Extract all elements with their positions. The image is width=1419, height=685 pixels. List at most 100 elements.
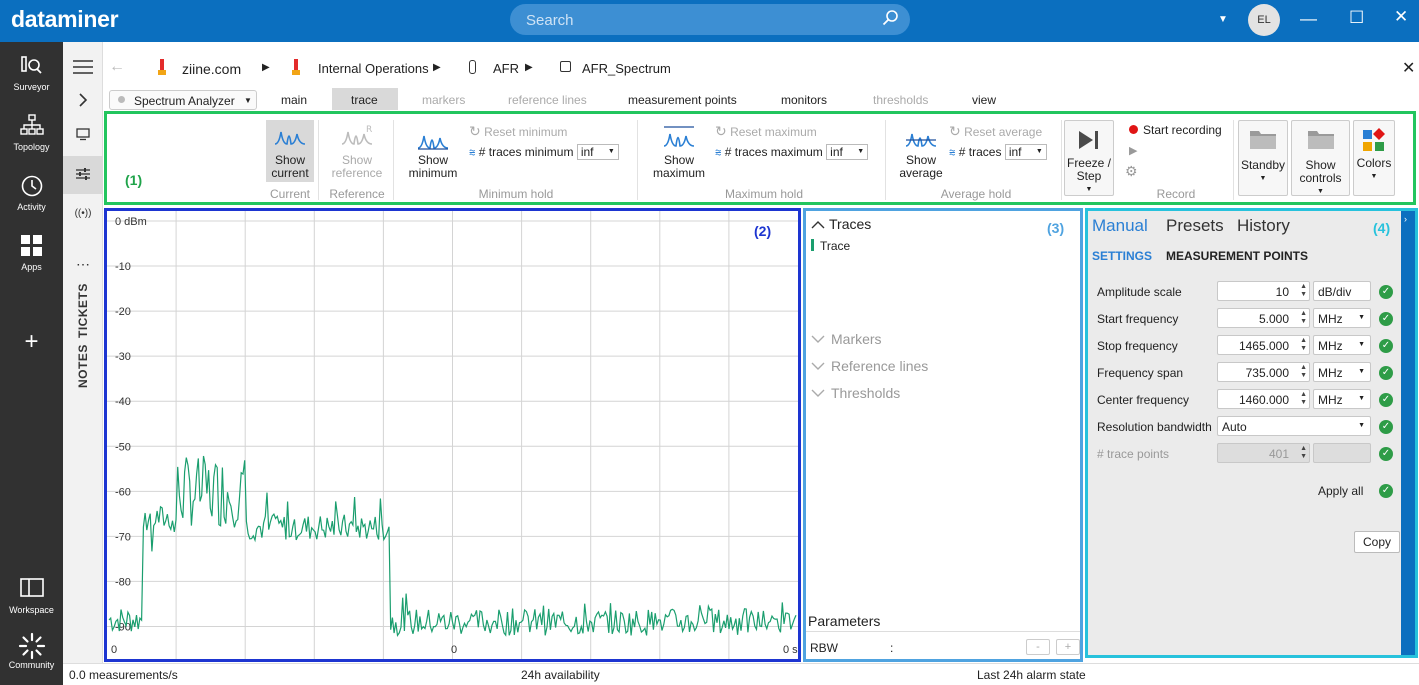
tab-manual[interactable]: Manual [1092,216,1148,236]
rbw-decrease-button[interactable]: - [1026,639,1050,655]
setting-unit[interactable]: MHz ▼ [1313,308,1371,328]
setting-unit[interactable]: MHz ▼ [1313,389,1371,409]
setting-value-input[interactable]: 1465.000 ▲ ▼ [1217,335,1310,355]
rbw-increase-button[interactable]: + [1056,639,1080,655]
tab-presets[interactable]: Presets [1166,216,1224,236]
tab-main[interactable]: main [281,93,307,107]
tab-reference-lines[interactable]: reference lines [508,93,587,107]
show-current-button[interactable]: Show current [266,120,314,182]
setting-value-input[interactable]: 735.000 ▲ ▼ [1217,362,1310,382]
user-menu-chevron-icon[interactable]: ▼ [1218,14,1228,25]
apply-all-check-icon[interactable]: ✓ [1379,484,1393,498]
setting-value-input[interactable]: 1460.000 ▲ ▼ [1217,389,1310,409]
traces-average-dropdown[interactable]: inf ▼ [1004,144,1047,160]
settings-panel: Manual Presets History (4) › SETTINGS ME… [1085,208,1418,658]
show-average-button[interactable]: Show average [893,124,949,182]
copy-button[interactable]: Copy [1354,531,1400,553]
tickets-tab[interactable]: TICKETS [76,283,90,338]
spinner-icon[interactable]: ▲ ▼ [1300,364,1307,380]
tab-history[interactable]: History [1237,216,1290,236]
nav-surveyor[interactable]: Surveyor [0,54,63,92]
resolution-bandwidth-dropdown[interactable]: Auto ▼ [1217,416,1371,436]
spinner-icon[interactable]: ▲ ▼ [1300,391,1307,407]
element-selector[interactable]: Spectrum Analyzer ▼ [109,90,257,110]
breadcrumb-internal-operations[interactable]: Internal Operations [318,61,429,76]
show-maximum-button[interactable]: Show maximum [647,120,711,182]
availability-label[interactable]: 24h availability [521,668,600,682]
start-recording-button[interactable]: Start recording [1129,123,1222,137]
tab-monitors[interactable]: monitors [781,93,827,107]
subtab-settings[interactable]: SETTINGS [1092,249,1152,263]
close-window-icon[interactable]: ✕ [1394,7,1408,27]
spectrum-chart[interactable]: 0 dBm -10 -20 -30 -40 -50 -60 -70 -80 -90 0 0 0 s [107,211,798,659]
tab-view[interactable]: view [972,93,996,107]
nav-community[interactable]: Community [0,632,63,670]
colors-button[interactable]: Colors ▼ [1353,120,1395,196]
expand-chevron-icon[interactable] [63,93,103,110]
reset-maximum-button[interactable]: ↻ Reset maximum [715,123,817,140]
surveyor-icon [0,54,63,82]
play-recording-icon[interactable]: ▶ [1129,144,1137,157]
thresholds-section-header[interactable]: Thresholds [811,385,900,401]
reset-average-label: Reset average [964,125,1043,139]
traces-average-label: # traces [958,145,1002,159]
breadcrumb-afr-spectrum[interactable]: AFR_Spectrum [582,61,671,76]
breadcrumb-afr[interactable]: AFR [493,61,519,76]
traces-minimum-dropdown[interactable]: inf ▼ [576,144,619,160]
breadcrumb-ziine[interactable]: ziine.com [182,61,241,77]
reference-lines-section-header[interactable]: Reference lines [811,358,928,374]
spinner-icon[interactable]: ▲ ▼ [1300,283,1307,299]
spinner-icon[interactable]: ▲ ▼ [1300,310,1307,326]
setting-unit[interactable]: MHz ▼ [1313,362,1371,382]
monitor-icon[interactable] [63,128,103,144]
trace-list-item[interactable]: Trace [811,239,850,253]
nav-activity[interactable]: Activity [0,174,63,212]
tab-thresholds[interactable]: thresholds [873,93,928,107]
apply-all-label[interactable]: Apply all [1318,484,1363,498]
search-placeholder[interactable]: Search [526,12,574,29]
nav-apps[interactable]: Apps [0,234,63,272]
tab-trace[interactable]: trace [351,93,378,107]
nav-topology[interactable]: Topology [0,114,63,152]
hamburger-menu-icon[interactable] [73,60,93,77]
notes-tab[interactable]: NOTES [76,344,90,388]
panel-scrollbar[interactable]: › [1401,211,1415,655]
reset-minimum-button[interactable]: ↻ Reset minimum [469,123,567,140]
chevron-right-icon[interactable]: › [1404,214,1407,224]
controls-tab[interactable] [63,156,103,194]
setting-value-input[interactable]: 5.000 ▲ ▼ [1217,308,1310,328]
app-logo[interactable]: dataminer [11,6,119,33]
film-reel-icon[interactable]: ⚙ [1125,163,1138,180]
show-minimum-button[interactable]: Show minimum [403,124,463,182]
trace-points-check-icon: ✓ [1379,447,1393,461]
show-reference-button[interactable]: R Show reference [329,120,385,182]
close-card-icon[interactable]: ✕ [1402,58,1415,78]
traces-section-header[interactable]: Traces [811,216,871,232]
maximize-icon[interactable]: ☐ [1349,8,1364,28]
standby-button[interactable]: Standby ▼ [1238,120,1288,196]
spectrum-chart-panel[interactable]: 0 dBm -10 -20 -30 -40 -50 -60 -70 -80 -90 0 0 0 s (2… [104,208,801,662]
add-app-icon[interactable]: + [0,328,63,356]
setting-value-input[interactable]: 10 ▲ ▼ [1217,281,1310,301]
more-options-icon[interactable]: ⋯ [63,256,103,273]
setting-unit[interactable]: MHz ▼ [1313,335,1371,355]
minimize-icon[interactable]: — [1300,9,1317,29]
spinner-icon[interactable]: ▲ ▼ [1300,337,1307,353]
search-bar[interactable]: Search [510,4,910,35]
search-icon[interactable] [882,10,898,30]
avatar[interactable]: EL [1248,4,1280,36]
tab-markers[interactable]: markers [422,93,465,107]
markers-section-header[interactable]: Markers [811,331,882,347]
nav-workspace[interactable]: Workspace [0,577,63,615]
freeze-step-button[interactable]: Freeze / Step ▼ [1064,120,1114,196]
subtab-measurement-points[interactable]: MEASUREMENT POINTS [1166,249,1308,263]
traces-maximum-dropdown[interactable]: inf ▼ [826,144,869,160]
alarm-state-label[interactable]: Last 24h alarm state [977,668,1086,682]
trace-points-input[interactable]: 401 ▲ ▼ [1217,443,1310,463]
back-arrow-icon[interactable]: ← [109,58,125,76]
folder-icon [1250,131,1276,149]
tab-measurement-points[interactable]: measurement points [628,93,737,107]
reset-average-button[interactable]: ↻ Reset average [949,123,1042,140]
show-controls-button[interactable]: Show controls ▼ [1291,120,1350,196]
broadcast-icon[interactable]: ((•)) [63,208,103,219]
